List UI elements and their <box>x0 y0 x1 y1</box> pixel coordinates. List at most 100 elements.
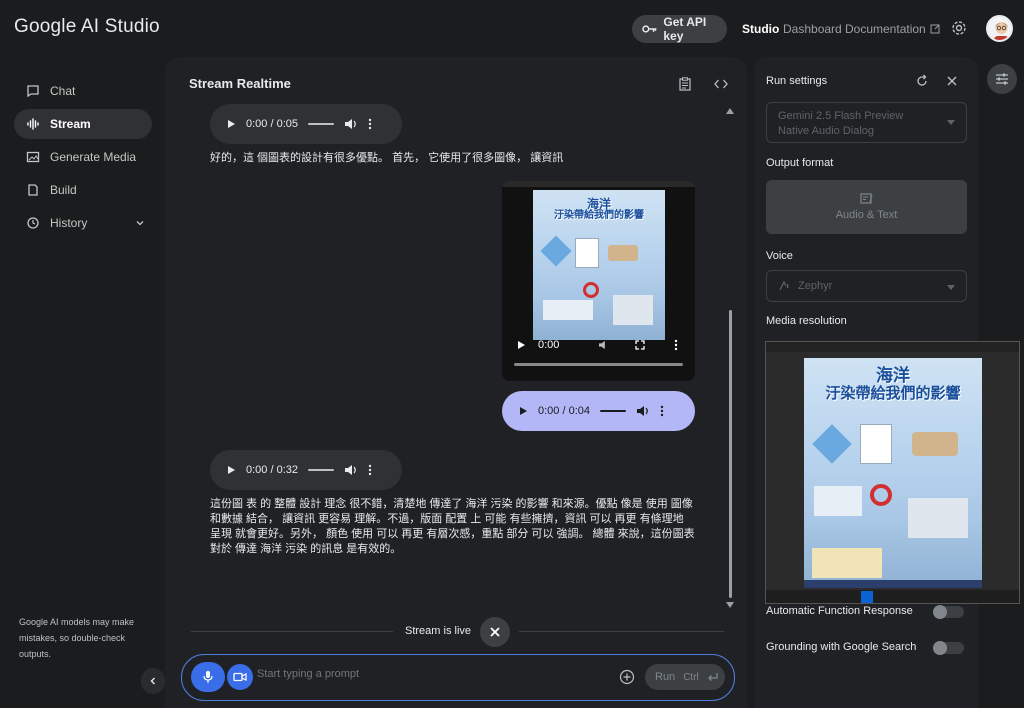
run-button[interactable]: Run Ctrl <box>645 664 725 690</box>
preview-titlebar <box>766 342 1019 352</box>
nav-studio[interactable]: Studio <box>742 22 779 36</box>
video-camera-icon <box>233 672 247 682</box>
audio-progress-bar[interactable] <box>308 123 334 125</box>
sidebar-item-label: Build <box>50 183 77 197</box>
audio-player[interactable]: 0:00 / 0:32 <box>210 450 402 490</box>
more-options-icon[interactable] <box>368 464 372 476</box>
stream-live-status: Stream is live <box>405 625 472 637</box>
output-format-option[interactable]: Audio & Text <box>766 180 967 234</box>
play-icon[interactable] <box>226 119 236 129</box>
play-icon[interactable] <box>518 406 528 416</box>
chevron-down-icon <box>136 221 144 226</box>
nav-dashboard[interactable]: Dashboard <box>783 22 842 36</box>
chevron-left-icon <box>150 677 155 685</box>
sidebar-item-label: Chat <box>50 84 76 98</box>
volume-icon[interactable] <box>344 118 358 130</box>
model-select-value: Gemini 2.5 Flash Preview Native Audio Di… <box>778 110 904 137</box>
divider <box>519 631 724 632</box>
build-icon <box>28 184 38 196</box>
scroll-up-icon[interactable] <box>726 108 734 114</box>
sidebar-item-label: Stream <box>50 117 91 131</box>
app-logo[interactable]: Google AI Studio <box>14 16 160 38</box>
tune-icon <box>996 73 1008 85</box>
dropdown-icon <box>947 285 955 290</box>
microphone-button[interactable] <box>191 662 225 692</box>
clipboard-button[interactable] <box>675 74 695 94</box>
prompt-input[interactable] <box>257 668 597 680</box>
toggle-settings-button[interactable] <box>987 64 1017 94</box>
audio-time: 0:00 / 0:32 <box>246 464 298 476</box>
get-api-key-button[interactable]: Get API key <box>632 15 727 43</box>
screen-share-preview: 海洋 汙染帶給我們的影響 <box>765 341 1020 604</box>
voice-select[interactable]: Zephyr <box>766 270 967 302</box>
sidebar-item-build[interactable]: Build <box>14 175 152 205</box>
poster-image: 海洋 汙染帶給我們的影響 <box>804 358 982 588</box>
model-select[interactable]: Gemini 2.5 Flash Preview Native Audio Di… <box>766 102 967 143</box>
toggle-knob <box>933 641 947 655</box>
voice-icon <box>779 280 789 291</box>
play-icon[interactable] <box>226 465 236 475</box>
more-options-icon[interactable] <box>368 118 372 130</box>
user-avatar[interactable] <box>986 15 1013 42</box>
voice-label: Voice <box>766 250 793 262</box>
stop-stream-button[interactable] <box>480 617 510 647</box>
sidebar-item-stream[interactable]: Stream <box>14 109 152 139</box>
auto-function-label: Automatic Function Response <box>766 605 913 617</box>
close-icon <box>490 627 500 637</box>
key-icon <box>642 25 657 33</box>
grounding-toggle[interactable] <box>933 641 964 655</box>
external-link-icon <box>930 24 940 34</box>
auto-function-toggle[interactable] <box>933 605 964 619</box>
scrollbar-thumb[interactable] <box>729 310 732 598</box>
audio-progress-bar[interactable] <box>308 469 334 471</box>
close-icon[interactable] <box>946 75 958 87</box>
sidebar-item-generate-media[interactable]: Generate Media <box>14 142 152 172</box>
clipboard-icon <box>679 77 691 91</box>
volume-icon[interactable] <box>598 340 610 350</box>
poster-image: 海洋 汙染帶給我們的影響 <box>533 190 665 340</box>
volume-icon[interactable] <box>344 464 358 476</box>
nav-documentation-label: Documentation <box>845 22 926 36</box>
sidebar-item-chat[interactable]: Chat <box>14 76 152 106</box>
volume-icon[interactable] <box>636 405 650 417</box>
poster-title-line1: 海洋 <box>586 197 611 211</box>
camera-button[interactable] <box>227 664 253 690</box>
enter-icon <box>707 673 718 681</box>
microphone-icon <box>203 671 213 683</box>
video-progress-bar[interactable] <box>514 363 683 366</box>
divider <box>191 631 393 632</box>
fullscreen-icon[interactable] <box>635 340 645 350</box>
poster-title-line2: 汙染帶給我們的影響 <box>554 209 644 221</box>
audio-time: 0:00 / 0:05 <box>246 118 298 130</box>
play-icon[interactable] <box>516 340 526 350</box>
audio-player[interactable]: 0:00 / 0:05 <box>210 104 402 144</box>
sidebar-item-history[interactable]: History <box>14 208 152 238</box>
preview-taskbar <box>766 590 1019 603</box>
user-audio-player[interactable]: 0:00 / 0:04 <box>502 391 695 431</box>
sidebar-item-label: Generate Media <box>50 150 137 164</box>
code-button[interactable] <box>711 74 731 94</box>
run-shortcut: Ctrl <box>683 671 699 683</box>
media-resolution-label: Media resolution <box>766 315 847 327</box>
disclaimer-text: Google AI models may make mistakes, so d… <box>19 617 135 659</box>
scroll-down-icon[interactable] <box>726 602 734 608</box>
nav-documentation[interactable]: Documentation <box>845 22 940 36</box>
run-label: Run <box>655 671 676 683</box>
get-api-key-label: Get API key <box>663 15 707 43</box>
video-message[interactable]: 海洋 汙染帶給我們的影響 0:00 <box>502 181 695 381</box>
add-icon[interactable] <box>619 669 635 685</box>
model-message: 好的，這 個圖表的設計有很多優點。 首先， 它使用了很多圖像， 讓資訊 <box>210 152 564 164</box>
collapse-sidebar-button[interactable] <box>141 668 165 694</box>
settings-gear-icon[interactable] <box>951 20 967 36</box>
chat-icon <box>27 85 39 98</box>
reset-icon[interactable] <box>915 74 929 88</box>
model-message: 這份圖 表 的 整體 設計 理念 很不錯，清楚地 傳達了 海洋 污染 的影響 和… <box>210 498 695 555</box>
more-options-icon[interactable] <box>674 339 678 351</box>
output-format-label: Output format <box>766 157 834 169</box>
code-icon <box>714 79 728 89</box>
waveform-icon <box>27 118 39 130</box>
taskbar-app-icon <box>861 591 873 603</box>
audio-progress-bar[interactable] <box>600 410 626 412</box>
run-settings-title: Run settings <box>766 75 828 87</box>
more-options-icon[interactable] <box>660 405 664 417</box>
